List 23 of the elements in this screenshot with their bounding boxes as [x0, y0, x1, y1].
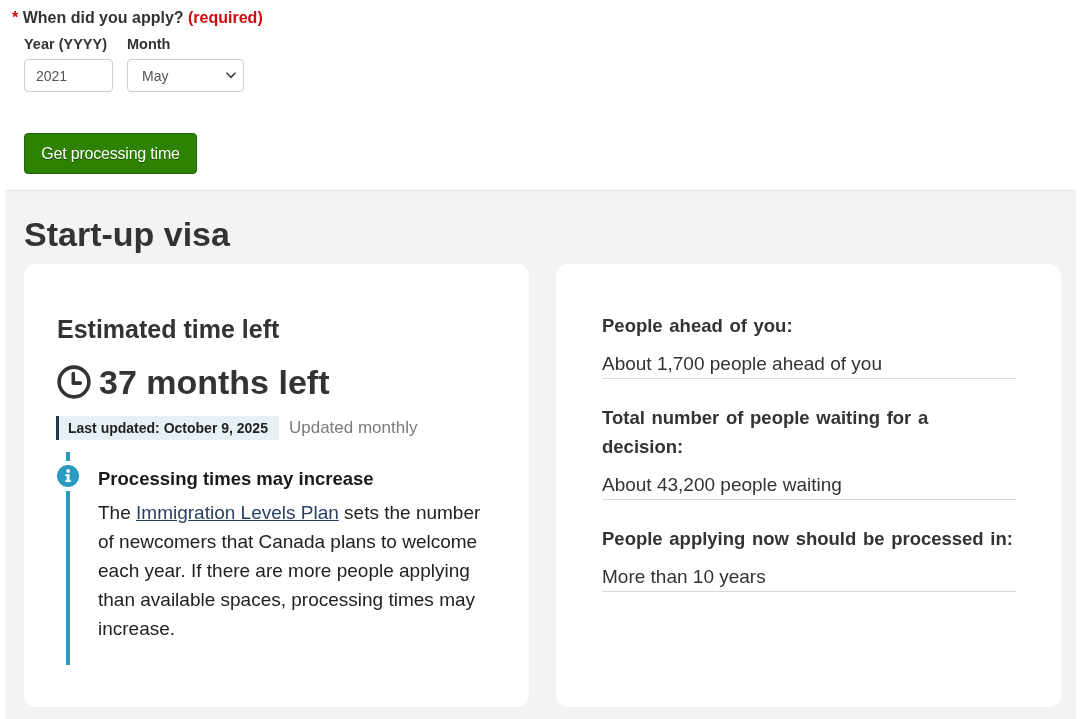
- chevron-down-icon: [226, 72, 236, 79]
- plan-link[interactable]: Immigration Levels Plan: [136, 502, 339, 523]
- stat-value: About 1,700 people ahead of you: [602, 353, 882, 374]
- stat-label: People ahead of you:: [602, 314, 793, 338]
- update-frequency-text: Updated monthly: [288, 417, 418, 439]
- month-select[interactable]: May: [127, 59, 244, 92]
- stat-value: About 43,200 people waiting: [602, 474, 842, 495]
- time-left-text: 37 months left: [99, 362, 330, 403]
- info-icon: [57, 465, 79, 487]
- clock-icon: [57, 365, 91, 399]
- last-updated-badge: Last updated: October 9, 2025: [56, 416, 279, 440]
- card-heading: Estimated time left: [57, 314, 280, 344]
- notice-heading: Processing times may increase: [98, 467, 374, 491]
- field-label: Month: [127, 35, 171, 53]
- submit-button[interactable]: Get processing time: [24, 133, 197, 174]
- stat-label: Total number of people waiting for a decision:: [602, 406, 930, 459]
- notice-text: The Immigration Levels Plan sets the number of newcomers that Canada plans to welcome each year. If there are more people applying than available spaces, processing times may increase.: [98, 501, 482, 641]
- year-input[interactable]: 2021: [24, 59, 113, 92]
- stat-label: People applying now should be processed in:: [602, 527, 1013, 551]
- field-label: Year (YYYY): [24, 35, 107, 53]
- question-label: * When did you apply? (required): [12, 8, 263, 28]
- visa-heading: Start-up visa: [24, 214, 230, 254]
- stat-value: More than 10 years: [602, 566, 766, 587]
